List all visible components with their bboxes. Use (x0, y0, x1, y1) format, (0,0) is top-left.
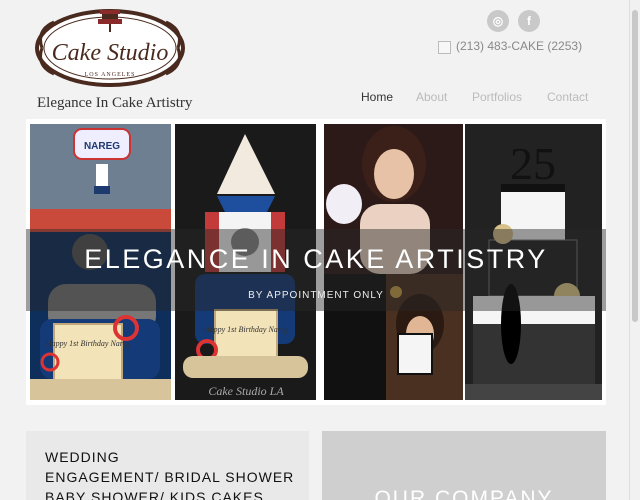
scrollbar-thumb[interactable] (632, 10, 638, 322)
logo-emblem: Cake Studio LOS ANGELES (35, 9, 185, 87)
nav-portfolios[interactable]: Portfolios (472, 90, 522, 104)
nav-about[interactable]: About (416, 90, 447, 104)
logo[interactable]: Cake Studio LOS ANGELES (34, 8, 186, 88)
facebook-icon[interactable]: f (518, 10, 540, 32)
company-panel[interactable]: OUR COMPANY (322, 431, 606, 500)
nav-home[interactable]: Home (361, 90, 393, 104)
services-panel: WEDDING ENGAGEMENT/ BRIDAL SHOWER BABY S… (26, 431, 309, 500)
service-item[interactable]: BABY SHOWER/ KIDS CAKES (45, 487, 309, 500)
hero-banner[interactable]: NAREG Happy 1st Birthday Nareg Happy 1st… (26, 119, 606, 405)
instagram-icon[interactable]: ◎ (487, 10, 509, 32)
hero-subtitle: BY APPOINTMENT ONLY (248, 290, 384, 301)
tagline: Elegance In Cake Artistry (37, 95, 193, 111)
phone-number[interactable]: (213) 483-CAKE (2253) (456, 39, 582, 53)
cake-topper-number: 25 (510, 138, 556, 189)
nav-contact[interactable]: Contact (547, 90, 588, 104)
logo-text: Cake Studio (52, 40, 169, 66)
scrollbar[interactable] (629, 0, 640, 500)
phone-icon (438, 41, 451, 54)
hero-title: ELEGANCE IN CAKE ARTISTRY (84, 244, 548, 274)
photo-card-text: Happy 1st Birthday Nareg (203, 325, 288, 334)
company-title: OUR COMPANY (374, 487, 554, 500)
logo-subtext: LOS ANGELES (85, 72, 136, 78)
service-item[interactable]: ENGAGEMENT/ BRIDAL SHOWER (45, 467, 309, 487)
photo-sign-text: NAREG (84, 141, 120, 152)
service-item[interactable]: WEDDING (45, 447, 309, 467)
photo-card-text: Happy 1st Birthday Nareg (45, 339, 130, 348)
photo-watermark-text: Cake Studio LA (208, 384, 284, 398)
